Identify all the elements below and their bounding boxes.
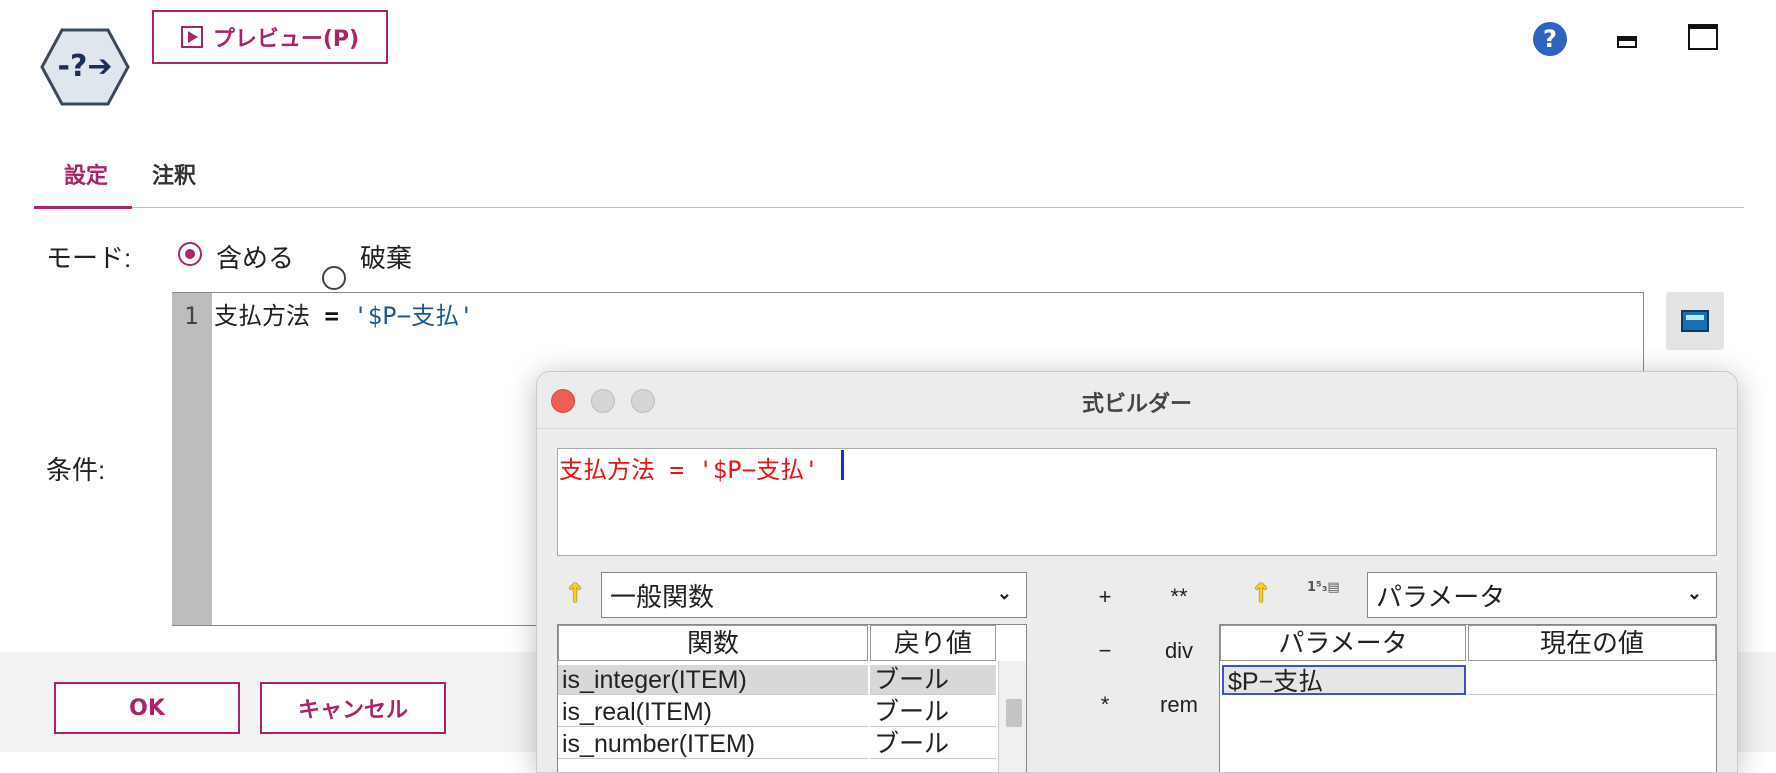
- chevron-down-icon: ⌄: [996, 583, 1012, 603]
- line-gutter: [172, 293, 212, 625]
- parameter-group-value: パラメータ: [1376, 581, 1506, 612]
- expression-builder-button[interactable]: [1666, 292, 1724, 350]
- preview-button[interactable]: プレビュー(P): [152, 10, 388, 64]
- condition-label: 条件:: [46, 455, 106, 485]
- tab-divider: [34, 207, 1744, 208]
- maximize-icon[interactable]: [1688, 24, 1718, 50]
- function-scrollbar[interactable]: [998, 661, 1026, 772]
- tab-annotations[interactable]: 注釈: [152, 158, 196, 190]
- mode-label: モード:: [46, 243, 132, 273]
- code-operator: =: [324, 302, 339, 330]
- ok-button[interactable]: OK: [54, 682, 240, 734]
- mode-include-label[interactable]: 含める: [216, 238, 294, 275]
- operator-power-button[interactable]: **: [1159, 584, 1199, 610]
- svg-text:-?➔: -?➔: [58, 49, 113, 84]
- line-number: 1: [184, 302, 199, 330]
- table-row-return[interactable]: ブール: [870, 697, 996, 727]
- table-row-parameter[interactable]: $P−支払: [1222, 665, 1466, 696]
- mode-discard-radio[interactable]: [322, 266, 346, 290]
- chevron-down-icon: ⌄: [1686, 583, 1702, 603]
- minimize-icon[interactable]: [1617, 36, 1637, 48]
- insert-parameter-icon[interactable]: ↑: [1249, 579, 1273, 609]
- help-icon[interactable]: ?: [1533, 22, 1567, 56]
- operator-plus-button[interactable]: +: [1085, 584, 1125, 610]
- mode-discard-label[interactable]: 破棄: [360, 238, 412, 275]
- calculator-icon: [1681, 310, 1709, 332]
- table-row-function[interactable]: is_real(ITEM): [558, 697, 868, 727]
- active-tab-indicator: [34, 206, 132, 209]
- operator-rem-button[interactable]: rem: [1159, 692, 1199, 718]
- operator-multiply-button[interactable]: *: [1085, 692, 1125, 718]
- function-column-header[interactable]: 関数: [558, 625, 868, 661]
- function-table: 関数 戻り値 is_integer(ITEM) ブール is_real(ITEM…: [557, 624, 1027, 772]
- tab-settings[interactable]: 設定: [64, 158, 108, 190]
- select-node-icon: -?➔: [40, 28, 130, 106]
- scroll-thumb[interactable]: [1006, 699, 1022, 727]
- code-value: '$P−支払': [353, 302, 474, 330]
- function-group-select[interactable]: 一般関数 ⌄: [601, 572, 1027, 618]
- table-row-function[interactable]: is_integer(ITEM): [558, 665, 868, 695]
- table-row-return[interactable]: ブール: [870, 729, 996, 759]
- numeric-list-icon[interactable]: 1⁵₃▤: [1307, 580, 1340, 595]
- operator-minus-button[interactable]: −: [1085, 638, 1125, 664]
- parameter-group-select[interactable]: パラメータ ⌄: [1367, 572, 1717, 618]
- table-row-return[interactable]: ブール: [870, 665, 996, 695]
- code-field: 支払方法: [214, 302, 310, 330]
- play-icon: [180, 26, 203, 48]
- table-row-function[interactable]: is_number(ITEM): [558, 729, 868, 759]
- dialog-title: 式ビルダー: [1081, 392, 1192, 417]
- function-group-value: 一般関数: [610, 581, 715, 612]
- condition-code[interactable]: 支払方法 = '$P−支払': [214, 296, 474, 331]
- preview-label: プレビュー(P): [212, 27, 360, 52]
- operator-div-button[interactable]: div: [1159, 638, 1199, 664]
- expression-text: 支払方法 = '$P−支払': [559, 456, 819, 484]
- insert-function-icon[interactable]: ↑: [563, 579, 587, 609]
- cancel-button[interactable]: キャンセル: [260, 682, 446, 734]
- mode-include-radio[interactable]: [178, 242, 202, 266]
- current-value-column-header[interactable]: 現在の値: [1468, 625, 1716, 661]
- parameter-column-header[interactable]: パラメータ: [1220, 625, 1466, 661]
- text-caret: [841, 450, 844, 480]
- return-column-header[interactable]: 戻り値: [870, 625, 996, 661]
- expression-builder-dialog: 式ビルダー 支払方法 = '$P−支払' ↑ 一般関数 ⌄ 関数 戻り値 is_…: [536, 371, 1738, 773]
- parameter-table: パラメータ 現在の値 $P−支払: [1219, 624, 1717, 772]
- table-row-value[interactable]: [1468, 665, 1716, 695]
